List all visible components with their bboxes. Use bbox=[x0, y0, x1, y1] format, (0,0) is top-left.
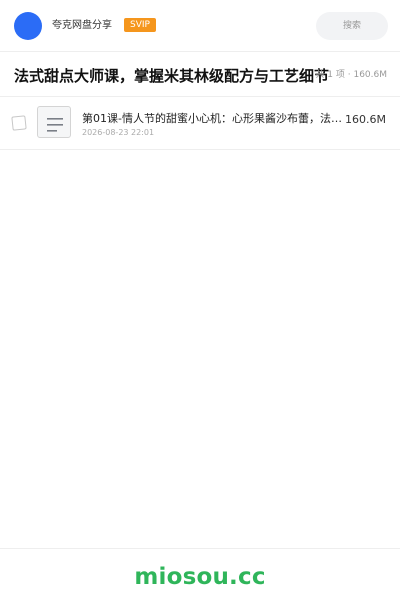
file-checkbox[interactable] bbox=[11, 115, 27, 131]
svip-badge: SVIP bbox=[124, 18, 156, 32]
folder-meta: 共 1 项 · 160.6M bbox=[315, 70, 387, 80]
site-watermark: miosou.cc bbox=[134, 564, 266, 590]
file-size: 160.6M bbox=[345, 113, 386, 126]
footer: miosou.cc bbox=[0, 548, 400, 600]
file-row[interactable]: 第01课-情人节的甜蜜小心机：心形果酱沙布蕾，法式甜点大师课.mp4 2026-… bbox=[0, 97, 400, 150]
top-bar: 夸克网盘分享 SVIP 搜索 bbox=[0, 0, 400, 52]
document-icon bbox=[37, 106, 71, 138]
search-button[interactable]: 搜索 bbox=[316, 12, 388, 40]
sharer-name: 夸克网盘分享 bbox=[52, 20, 112, 31]
avatar[interactable] bbox=[14, 12, 42, 40]
file-name[interactable]: 第01课-情人节的甜蜜小心机：心形果酱沙布蕾，法式甜点大师课.mp4 bbox=[82, 112, 352, 126]
folder-title: 法式甜点大师课，掌握米其林级配方与工艺细节 bbox=[14, 67, 330, 85]
file-date: 2026-08-23 22:01 bbox=[82, 128, 155, 137]
folder-header: 法式甜点大师课，掌握米其林级配方与工艺细节 共 1 项 · 160.6M bbox=[0, 52, 400, 97]
